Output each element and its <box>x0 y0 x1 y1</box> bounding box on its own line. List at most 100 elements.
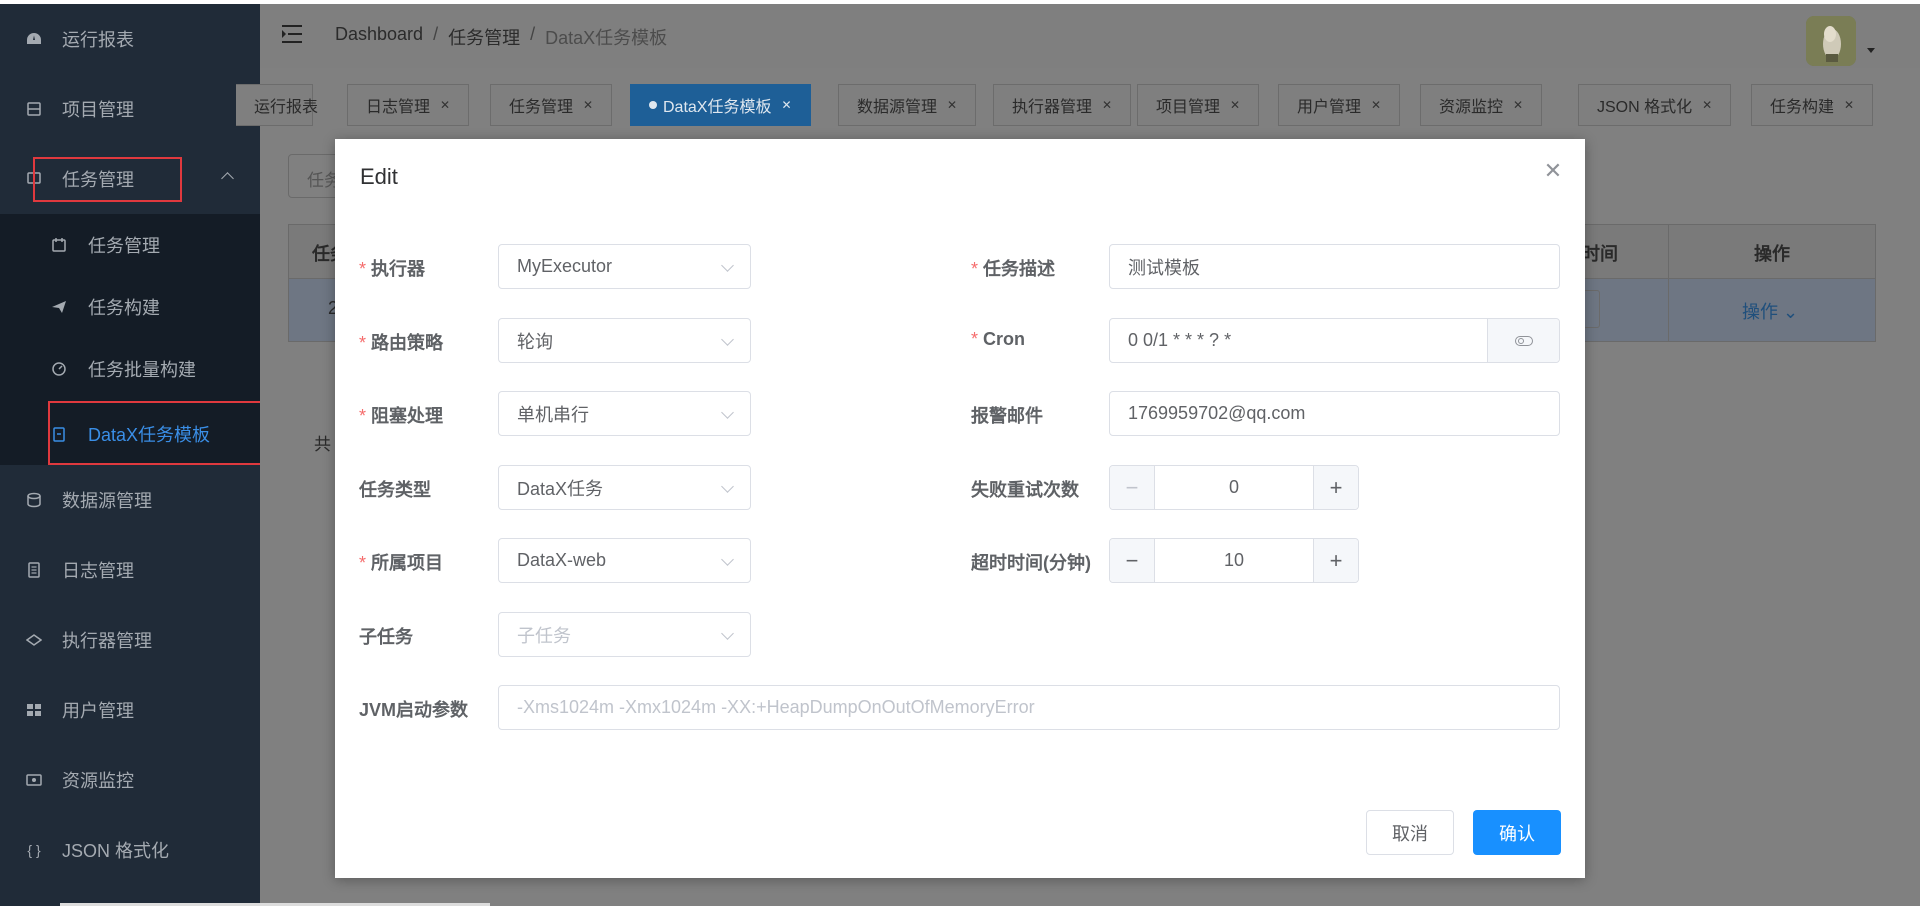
close-icon[interactable]: ✕ <box>1371 98 1381 112</box>
calendar-icon <box>50 236 68 254</box>
breadcrumb-dashboard[interactable]: Dashboard <box>335 24 423 50</box>
route-strategy-select[interactable]: 轮询 <box>498 318 751 363</box>
close-icon[interactable]: ✕ <box>1543 160 1563 182</box>
confirm-button[interactable]: 确认 <box>1473 810 1561 855</box>
chevron-down-icon <box>721 553 734 566</box>
desc-value: 测试模板 <box>1128 257 1200 278</box>
sidebar-item-monitor[interactable]: 资源监控 <box>0 745 260 815</box>
ops-link-label: 操作 <box>1742 302 1778 322</box>
executor-label-text: 执行器 <box>371 259 426 279</box>
chevron-down-icon <box>721 627 734 640</box>
tag-dashboard[interactable]: 运行报表 <box>236 84 318 126</box>
tag-label: 运行报表 <box>254 99 319 116</box>
gauge-icon <box>50 360 68 378</box>
timeout-value[interactable]: 10 <box>1155 539 1313 582</box>
cron-input[interactable]: 0 0/1 * * * ? * <box>1109 318 1560 363</box>
route-label: * 路由策略 <box>359 329 443 355</box>
decrement-button[interactable]: − <box>1110 466 1155 509</box>
tag-datax-template[interactable]: DataX任务模板 ✕ <box>630 84 811 126</box>
tag-label: 任务构建 <box>1770 99 1835 116</box>
close-icon[interactable]: ✕ <box>1102 98 1112 112</box>
executor-label: * 执行器 <box>359 255 425 281</box>
close-icon[interactable]: ✕ <box>1513 98 1523 112</box>
tag-log[interactable]: 日志管理 ✕ <box>347 84 470 126</box>
breadcrumb-task-management[interactable]: 任务管理 <box>448 24 520 50</box>
alarm-email-input[interactable]: 1769959702@qq.com <box>1109 391 1560 436</box>
paper-plane-icon <box>50 298 68 316</box>
alarm-email-label-text: 报警邮件 <box>971 406 1043 426</box>
jvm-placeholder: -Xms1024m -Xmx1024m -XX:+HeapDumpOnOutOf… <box>517 697 1035 717</box>
tag-label: 数据源管理 <box>857 99 938 116</box>
sidebar: 运行报表 项目管理 任务管理 任务管理 任务构建 任务批量构建 DataX任务模… <box>0 0 277 906</box>
decrement-button[interactable]: − <box>1110 539 1155 582</box>
timeout-label: 超时时间(分钟) <box>971 549 1091 575</box>
table-ops-link[interactable]: 操作 ⌄ <box>1742 298 1798 324</box>
sidebar-item-label: 数据源管理 <box>62 491 152 511</box>
submenu-item-label: 任务构建 <box>88 298 160 318</box>
route-value: 轮询 <box>517 331 553 352</box>
required-mark: * <box>359 333 367 353</box>
tag-datasource[interactable]: 数据源管理 ✕ <box>838 84 977 126</box>
sidebar-item-datasource[interactable]: 数据源管理 <box>0 465 260 535</box>
tag-label: 执行器管理 <box>1012 99 1093 116</box>
route-label-text: 路由策略 <box>371 333 444 353</box>
task-desc-input[interactable]: 测试模板 <box>1109 244 1560 289</box>
jvm-params-input[interactable]: -Xms1024m -Xmx1024m -XX:+HeapDumpOnOutOf… <box>498 685 1560 730</box>
cron-generator-button[interactable] <box>1487 319 1559 362</box>
submenu-item-task-management[interactable]: 任务管理 <box>0 214 260 276</box>
increment-button[interactable]: + <box>1313 539 1358 582</box>
hamburger-icon[interactable] <box>282 24 304 44</box>
close-icon[interactable]: ✕ <box>947 98 957 112</box>
close-icon[interactable]: ✕ <box>440 98 450 112</box>
braces-icon: { } <box>27 842 41 858</box>
retry-count-value[interactable]: 0 <box>1155 466 1313 509</box>
user-icon <box>25 701 43 719</box>
cancel-button[interactable]: 取消 <box>1366 810 1454 855</box>
tag-executor[interactable]: 执行器管理 ✕ <box>993 84 1132 126</box>
task-type-select[interactable]: DataX任务 <box>498 465 751 510</box>
executor-value: MyExecutor <box>517 256 613 276</box>
sidebar-item-dashboard[interactable]: 运行报表 <box>0 4 260 74</box>
tag-label: 项目管理 <box>1156 99 1221 116</box>
tag-user[interactable]: 用户管理 ✕ <box>1278 84 1401 126</box>
sidebar-item-log[interactable]: 日志管理 <box>0 535 260 605</box>
tag-project[interactable]: 项目管理 ✕ <box>1137 84 1260 126</box>
close-icon[interactable]: ✕ <box>583 98 593 112</box>
increment-button[interactable]: + <box>1313 466 1358 509</box>
executor-select[interactable]: MyExecutor <box>498 244 751 289</box>
project-select[interactable]: DataX-web <box>498 538 751 583</box>
task-type-label-text: 任务类型 <box>359 480 431 500</box>
close-icon[interactable]: ✕ <box>1230 98 1240 112</box>
close-icon[interactable]: ✕ <box>1844 98 1854 112</box>
sidebar-item-json[interactable]: { } JSON 格式化 <box>0 815 260 885</box>
sidebar-item-label: 运行报表 <box>62 30 134 50</box>
tag-label: JSON 格式化 <box>1597 99 1693 116</box>
avatar[interactable] <box>1806 16 1856 66</box>
retry-label: 失败重试次数 <box>971 476 1079 502</box>
chevron-down-icon <box>721 406 734 419</box>
block-label-text: 阻塞处理 <box>371 406 444 426</box>
database-icon <box>25 491 43 509</box>
sidebar-item-executor[interactable]: 执行器管理 <box>0 605 260 675</box>
project-value: DataX-web <box>517 550 607 570</box>
tag-json[interactable]: JSON 格式化 ✕ <box>1578 84 1732 126</box>
submenu-item-batch-build[interactable]: 任务批量构建 <box>0 338 260 400</box>
pagination-total: 共 <box>314 435 331 454</box>
caret-down-icon[interactable] <box>1867 48 1875 53</box>
submenu-item-task-build[interactable]: 任务构建 <box>0 276 260 338</box>
desc-label: * 任务描述 <box>971 255 1055 281</box>
breadcrumb-current: DataX任务模板 <box>545 28 668 48</box>
active-dot-icon <box>649 101 657 109</box>
sidebar-item-user[interactable]: 用户管理 <box>0 675 260 745</box>
tag-monitor[interactable]: 资源监控 ✕ <box>1420 84 1543 126</box>
block-strategy-select[interactable]: 单机串行 <box>498 391 751 436</box>
table-divider <box>1668 224 1669 342</box>
tag-task-management[interactable]: 任务管理 ✕ <box>490 84 613 126</box>
child-task-select[interactable]: 子任务 <box>498 612 751 657</box>
close-icon[interactable]: ✕ <box>781 98 791 112</box>
tag-task-build[interactable]: 任务构建 ✕ <box>1751 84 1874 126</box>
highlight-box-task-menu <box>33 157 182 202</box>
sidebar-item-project[interactable]: 项目管理 <box>0 74 260 144</box>
retry-label-text: 失败重试次数 <box>971 480 1079 500</box>
close-icon[interactable]: ✕ <box>1702 98 1712 112</box>
